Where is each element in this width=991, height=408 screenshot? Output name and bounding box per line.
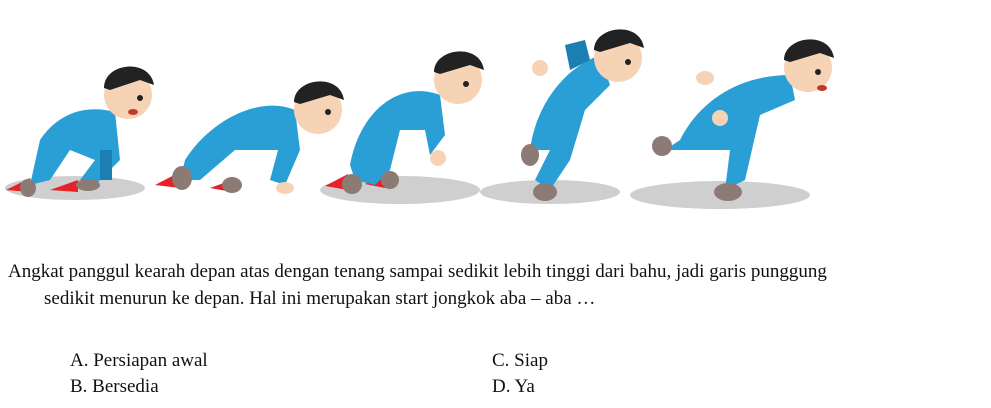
question-line-1: Angkat panggul kearah depan atas dengan … xyxy=(8,261,827,282)
runner-stage-3 xyxy=(320,51,484,204)
option-a[interactable]: A. Persiapan awal xyxy=(70,348,208,374)
runner-stage-1 xyxy=(5,66,154,200)
question-text: Angkat panggul kearah depan atas dengan … xyxy=(8,258,983,312)
question-line-2: sedikit menurun ke depan. Hal ini merupa… xyxy=(44,288,596,309)
option-c[interactable]: C. Siap xyxy=(492,348,548,374)
runner-stage-5 xyxy=(630,39,834,209)
runner-stage-4 xyxy=(480,29,644,204)
runner-stage-2 xyxy=(155,81,344,194)
option-d[interactable]: D. Ya xyxy=(492,374,535,400)
sprint-start-illustration xyxy=(5,29,834,209)
option-b[interactable]: B. Bersedia xyxy=(70,374,159,400)
